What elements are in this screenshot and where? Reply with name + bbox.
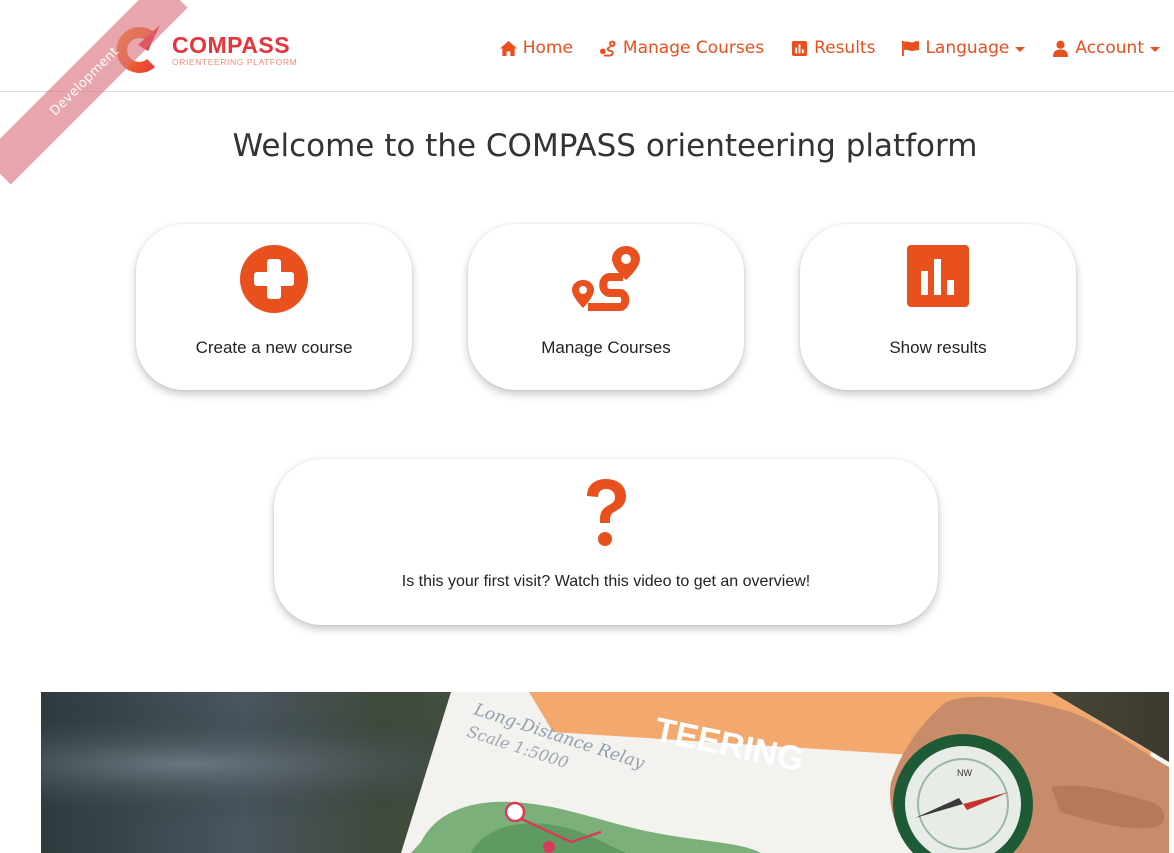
- bar-chart-icon: [792, 40, 808, 56]
- chevron-down-icon: [1015, 46, 1026, 52]
- main-nav: Home Manage Courses Results Language Acc…: [473, 38, 1160, 58]
- first-visit-label: Is this your first visit? Watch this vid…: [401, 573, 811, 590]
- nav-language-dropdown[interactable]: Language: [901, 38, 1026, 58]
- user-icon: [1053, 40, 1069, 57]
- home-icon: [499, 40, 517, 56]
- manage-courses-label: Manage Courses: [541, 338, 671, 357]
- navbar: COMPASS ORIENTEERING PLATFORM Home Manag…: [0, 0, 1174, 92]
- create-course-card[interactable]: Create a new course: [136, 224, 412, 390]
- nav-manage-courses[interactable]: Manage Courses: [599, 38, 764, 58]
- manage-courses-card[interactable]: Manage Courses: [468, 224, 744, 390]
- flag-icon: [902, 40, 920, 56]
- first-visit-video-card[interactable]: Is this your first visit? Watch this vid…: [274, 459, 938, 625]
- brand-logo-link[interactable]: COMPASS ORIENTEERING PLATFORM: [108, 22, 297, 78]
- brand-subtitle: ORIENTEERING PLATFORM: [172, 57, 298, 67]
- nav-home-label: Home: [522, 38, 573, 58]
- nav-results[interactable]: Results: [790, 38, 875, 58]
- page-title: Welcome to the COMPASS orienteering plat…: [232, 128, 978, 164]
- nav-account-dropdown[interactable]: Account: [1051, 38, 1160, 58]
- nav-language-label: Language: [925, 38, 1010, 58]
- nav-account-label: Account: [1075, 38, 1144, 58]
- compass-logo-icon: [116, 25, 160, 73]
- bar-chart-icon: [907, 245, 969, 307]
- nav-results-label: Results: [814, 38, 876, 58]
- show-results-label: Show results: [889, 338, 987, 357]
- orienteering-map-photo: TEERING Long-Distance Relay Scale 1:5000…: [41, 692, 1169, 853]
- question-icon: [587, 479, 626, 546]
- compass-mark-text: NW: [957, 768, 972, 778]
- route-icon: [572, 246, 640, 311]
- chevron-down-icon: [1150, 46, 1160, 52]
- plus-circle-icon: [240, 245, 308, 313]
- route-icon: [599, 40, 616, 57]
- nav-home[interactable]: Home: [499, 38, 573, 58]
- hero-image: TEERING Long-Distance Relay Scale 1:5000…: [41, 692, 1169, 853]
- show-results-card[interactable]: Show results: [800, 224, 1076, 390]
- nav-manage-courses-label: Manage Courses: [622, 38, 765, 58]
- create-course-label: Create a new course: [195, 338, 353, 357]
- brand-name: COMPASS: [172, 32, 291, 58]
